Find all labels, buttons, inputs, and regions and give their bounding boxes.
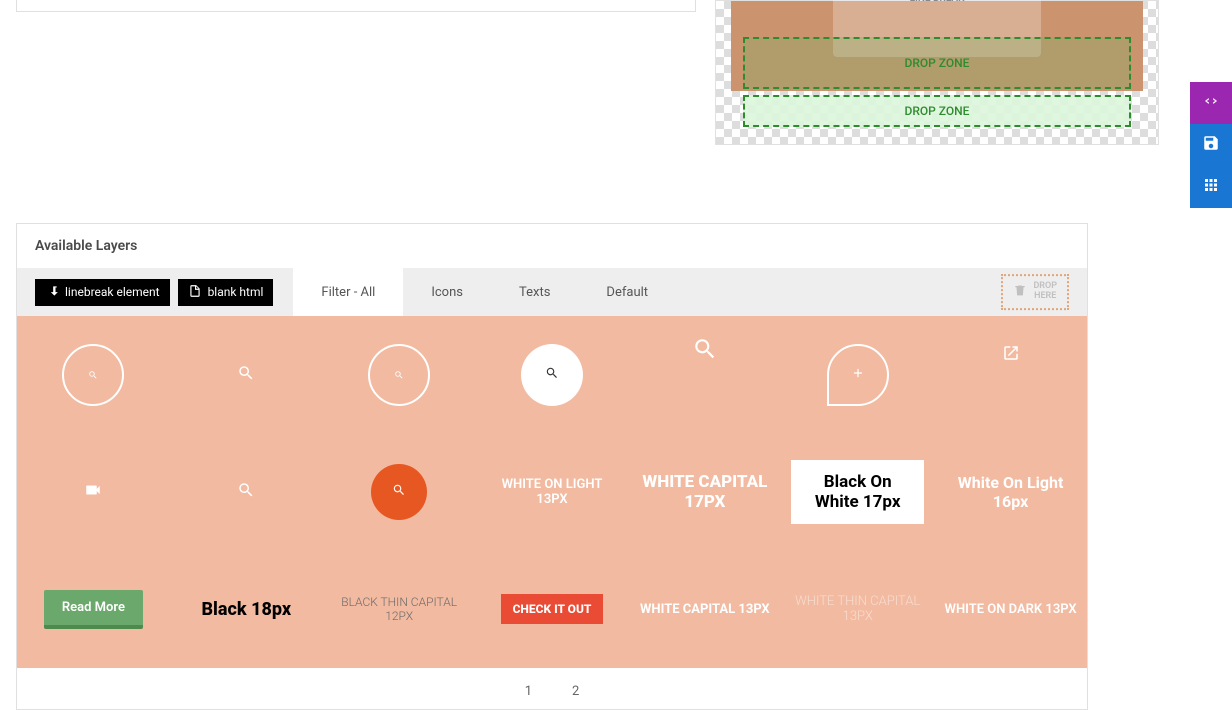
pagination: 1 2 — [17, 668, 1087, 709]
layer-text-white-cap-17[interactable]: WHITE CAPITAL 17PX — [628, 433, 781, 550]
plus-icon — [851, 365, 865, 384]
layer-text-white-cap-13[interactable]: WHITE CAPITAL 13PX — [628, 551, 781, 668]
search-icon — [88, 365, 98, 384]
filter-tab-icons[interactable]: Icons — [403, 268, 491, 316]
code-button[interactable] — [1190, 82, 1232, 124]
layer-search-large[interactable] — [628, 316, 781, 433]
layer-text-black-18[interactable]: Black 18px — [170, 551, 323, 668]
checkit-preview: CHECK IT OUT — [501, 594, 604, 624]
layers-toolbar: linebreak element blank html Filter - Al… — [17, 268, 1087, 316]
layer-text-white-light-13[interactable]: WHITE ON LIGHT 13PX — [476, 433, 629, 550]
filter-tab-texts[interactable]: Texts — [491, 268, 578, 316]
text-preview: WHITE CAPITAL 13PX — [640, 602, 770, 617]
text-preview: BLACK THIN CAPITAL 12PX — [333, 595, 466, 623]
search-icon — [545, 365, 559, 384]
file-icon — [188, 284, 202, 301]
save-button[interactable] — [1190, 124, 1232, 166]
tool-buttons: linebreak element blank html — [17, 268, 273, 316]
drop-here-target[interactable]: DROP HERE — [1001, 274, 1069, 310]
layer-search-circle-orange[interactable] — [323, 433, 476, 550]
search-icon — [692, 336, 718, 366]
layer-text-white-thin-13[interactable]: WHITE THIN CAPITAL 13PX — [781, 551, 934, 668]
linebreak-label: LINE BREAK — [910, 0, 965, 4]
filter-tab-default[interactable]: Default — [578, 268, 676, 316]
layer-search-circle-white[interactable] — [476, 316, 629, 433]
filter-icons-label: Icons — [431, 285, 463, 300]
layer-text-black-on-white-17[interactable]: Black On White 17px — [781, 433, 934, 550]
drop-here-text: DROP HERE — [1033, 282, 1057, 302]
search-circle-outline — [368, 344, 430, 406]
layer-button-readmore[interactable]: Read More — [17, 551, 170, 668]
video-icon — [84, 481, 102, 503]
filter-tab-all[interactable]: Filter - All — [293, 268, 403, 316]
canvas-inner: LINE BREAK DROP ZONE — [731, 1, 1143, 91]
readmore-preview: Read More — [44, 590, 143, 629]
linebreak-element-button[interactable]: linebreak element — [35, 279, 170, 306]
layer-search-circle-outline[interactable] — [17, 316, 170, 433]
layer-video[interactable] — [17, 433, 170, 550]
layer-plus-leaf[interactable] — [781, 316, 934, 433]
text-preview: Black On White 17px — [791, 460, 924, 524]
search-icon — [237, 481, 255, 503]
text-preview: WHITE THIN CAPITAL 13PX — [791, 594, 924, 624]
drop-zone-below[interactable]: DROP ZONE — [743, 95, 1131, 127]
linebreak-arrow-icon — [45, 284, 59, 301]
layers-grid: WHITE ON LIGHT 13PX WHITE CAPITAL 17PX B… — [17, 316, 1087, 668]
external-link-icon — [1002, 344, 1020, 366]
layer-search-plain-2[interactable] — [170, 433, 323, 550]
text-preview: White On Light 16px — [944, 473, 1077, 511]
filter-texts-label: Texts — [519, 285, 550, 300]
layer-search-plain[interactable] — [170, 316, 323, 433]
text-preview: WHITE ON DARK 13PX — [945, 602, 1077, 617]
layer-text-black-thin-12[interactable]: BLACK THIN CAPITAL 12PX — [323, 551, 476, 668]
layer-text-white-dark-13[interactable]: WHITE ON DARK 13PX — [934, 551, 1087, 668]
layer-external-link[interactable] — [934, 316, 1087, 433]
layers-panel: Available Layers linebreak element blank… — [16, 223, 1088, 710]
page-1[interactable]: 1 — [525, 684, 532, 699]
panel-title: Available Layers — [17, 224, 1087, 268]
search-circle-outline — [62, 344, 124, 406]
layer-button-checkit[interactable]: CHECK IT OUT — [476, 551, 629, 668]
save-icon — [1202, 134, 1220, 156]
preview-box-edge — [16, 0, 696, 12]
layer-search-circle-outline-2[interactable] — [323, 316, 476, 433]
side-toolbar — [1190, 82, 1232, 208]
text-preview: WHITE ON LIGHT 13PX — [486, 477, 619, 507]
drop-zone-overlay[interactable]: DROP ZONE — [743, 37, 1131, 89]
search-circle-white — [521, 344, 583, 406]
dropzone-label: DROP ZONE — [905, 104, 970, 118]
filter-tabs: Filter - All Icons Texts Default — [293, 268, 676, 316]
page-2[interactable]: 2 — [572, 684, 579, 699]
layer-text-white-light-16[interactable]: White On Light 16px — [934, 433, 1087, 550]
search-icon — [237, 364, 255, 386]
drop-here-line2: HERE — [1033, 292, 1057, 302]
filter-default-label: Default — [606, 285, 648, 300]
canvas-container: LINE BREAK DROP ZONE DROP ZONE — [715, 0, 1159, 145]
filter-all-label: Filter - All — [321, 285, 375, 300]
linebreak-button-label: linebreak element — [65, 285, 160, 299]
trash-icon — [1013, 284, 1027, 301]
code-icon — [1202, 92, 1220, 114]
plus-leaf-shape — [827, 344, 889, 406]
search-icon — [392, 482, 406, 501]
search-circle-orange — [371, 464, 427, 520]
blank-html-button[interactable]: blank html — [178, 279, 274, 306]
grid-icon — [1202, 176, 1220, 198]
search-icon — [394, 365, 404, 384]
text-preview: WHITE CAPITAL 17PX — [638, 472, 771, 512]
text-preview: Black 18px — [201, 599, 291, 620]
blank-html-label: blank html — [208, 285, 264, 299]
dropzone-label: DROP ZONE — [905, 56, 970, 70]
grid-button[interactable] — [1190, 166, 1232, 208]
